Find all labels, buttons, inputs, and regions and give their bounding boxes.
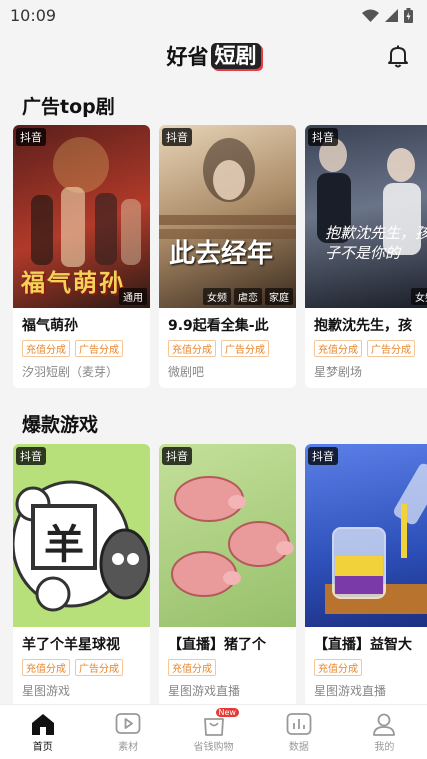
card-title: 羊了个羊星球视	[22, 637, 120, 653]
poster-image: 抱歉沈先生，孩子不是你的 抖音 女频	[305, 125, 427, 308]
douyin-badge: 抖音	[162, 128, 192, 146]
nav-item-mine[interactable]: 我的	[342, 705, 427, 759]
card-source: 星图游戏	[22, 684, 71, 698]
share-chips: 充值分成	[305, 654, 427, 676]
chip-ad-share: 广告分成	[367, 340, 415, 357]
nav-label: 素材	[118, 741, 139, 753]
drama-card[interactable]: 此去经年 抖音 女频 虐恋 家庭 9.9起看全集-此 充值分成 广告分成 微剧吧	[159, 125, 296, 388]
game-card[interactable]: 抖音 【直播】益智大 充值分成 星图游戏直播	[305, 444, 427, 707]
douyin-badge: 抖音	[16, 447, 46, 465]
poster-tag: 通用	[119, 288, 147, 305]
poster-tag: 家庭	[265, 288, 293, 305]
card-title: 【直播】猪了个	[168, 637, 266, 653]
nav-label: 首页	[32, 741, 53, 753]
bell-icon[interactable]	[385, 43, 411, 69]
game-card[interactable]: 羊 抖音 羊了个羊星球视 充值分成 广告分成 星图游戏	[13, 444, 150, 707]
nav-item-shopping[interactable]: New 省钱购物	[171, 705, 256, 759]
nav-label: 我的	[374, 741, 395, 753]
share-chips: 充值分成 广告分成	[13, 654, 150, 676]
user-icon	[373, 713, 396, 736]
bottom-nav: 首页 素材 New 省钱购物 数据 我的	[0, 704, 427, 759]
status-time: 10:09	[10, 5, 57, 25]
share-chips: 充值分成	[159, 654, 296, 676]
card-title: 抱歉沈先生，孩	[314, 318, 412, 334]
poster-caption: 福气萌孙	[21, 269, 125, 297]
chip-recharge-share: 充值分成	[168, 659, 216, 676]
app-header: 好省 短剧	[0, 30, 427, 82]
status-icons	[362, 7, 413, 23]
play-icon	[115, 712, 141, 734]
card-title: 【直播】益智大	[314, 637, 412, 653]
share-chips: 充值分成 广告分成	[305, 335, 427, 357]
share-chips: 充值分成 广告分成	[159, 335, 296, 357]
poster-caption: 抱歉沈先生，孩子不是你的	[325, 224, 427, 262]
nav-item-material[interactable]: 素材	[85, 705, 170, 759]
home-icon	[31, 713, 54, 735]
status-bar: 10:09	[0, 0, 427, 30]
card-source: 微剧吧	[168, 365, 205, 379]
chip-recharge-share: 充值分成	[22, 340, 70, 357]
poster-caption: 羊	[44, 522, 84, 568]
nav-label: 省钱购物	[193, 741, 234, 753]
logo-text: 好省	[166, 45, 209, 69]
signal-icon	[385, 8, 398, 22]
share-chips: 充值分成 广告分成	[13, 335, 150, 357]
poster-tags: 女频 虐恋 家庭	[203, 288, 293, 305]
chip-recharge-share: 充值分成	[22, 659, 70, 676]
card-source: 汐羽短剧（麦芽）	[22, 365, 119, 379]
section-title-hot-games: 爆款游戏	[22, 414, 99, 436]
nav-label: 数据	[288, 741, 309, 753]
poster-tags: 女频	[411, 288, 427, 305]
chip-ad-share: 广告分成	[75, 659, 123, 676]
poster-caption: 此去经年	[169, 239, 274, 269]
new-badge: New	[215, 708, 239, 717]
ad-top-row: 福气萌孙 抖音 通用 福气萌孙 充值分成 广告分成 汐羽短剧（麦芽） 此去经年 …	[13, 125, 427, 388]
card-title: 9.9起看全集-此	[168, 318, 269, 334]
douyin-badge: 抖音	[16, 128, 46, 146]
card-title: 福气萌孙	[22, 318, 78, 334]
hot-games-row: 羊 抖音 羊了个羊星球视 充值分成 广告分成 星图游戏 抖音 【直播】猪了个 充…	[13, 444, 427, 707]
chip-ad-share: 广告分成	[221, 340, 269, 357]
app-logo: 好省 短剧	[167, 41, 261, 71]
drama-card[interactable]: 抱歉沈先生，孩子不是你的 抖音 女频 抱歉沈先生，孩 充值分成 广告分成 星梦剧…	[305, 125, 427, 388]
section-title-ad-top: 广告top剧	[22, 96, 115, 118]
poster-image: 羊 抖音	[13, 444, 150, 627]
card-source: 星梦剧场	[314, 365, 363, 379]
drama-card[interactable]: 福气萌孙 抖音 通用 福气萌孙 充值分成 广告分成 汐羽短剧（麦芽）	[13, 125, 150, 388]
wifi-icon	[362, 9, 379, 22]
nav-item-data[interactable]: 数据	[256, 705, 341, 759]
game-card[interactable]: 抖音 【直播】猪了个 充值分成 星图游戏直播	[159, 444, 296, 707]
poster-tags: 通用	[119, 288, 147, 305]
poster-image: 此去经年 抖音 女频 虐恋 家庭	[159, 125, 296, 308]
douyin-badge: 抖音	[308, 447, 338, 465]
poster-tag: 虐恋	[234, 288, 262, 305]
chip-recharge-share: 充值分成	[314, 340, 362, 357]
poster-tag: 女频	[203, 288, 231, 305]
poster-image: 抖音	[305, 444, 427, 627]
douyin-badge: 抖音	[308, 128, 338, 146]
nav-item-home[interactable]: 首页	[0, 705, 85, 759]
battery-icon	[404, 7, 413, 23]
chart-icon	[286, 712, 312, 735]
card-source: 星图游戏直播	[314, 684, 387, 698]
chip-recharge-share: 充值分成	[314, 659, 362, 676]
poster-tag: 女频	[411, 288, 427, 305]
poster-image: 抖音	[159, 444, 296, 627]
poster-image: 福气萌孙 抖音 通用	[13, 125, 150, 308]
logo-box-text: 短剧	[210, 43, 261, 69]
chip-ad-share: 广告分成	[75, 340, 123, 357]
card-source: 星图游戏直播	[168, 684, 241, 698]
douyin-badge: 抖音	[162, 447, 192, 465]
chip-recharge-share: 充值分成	[168, 340, 216, 357]
